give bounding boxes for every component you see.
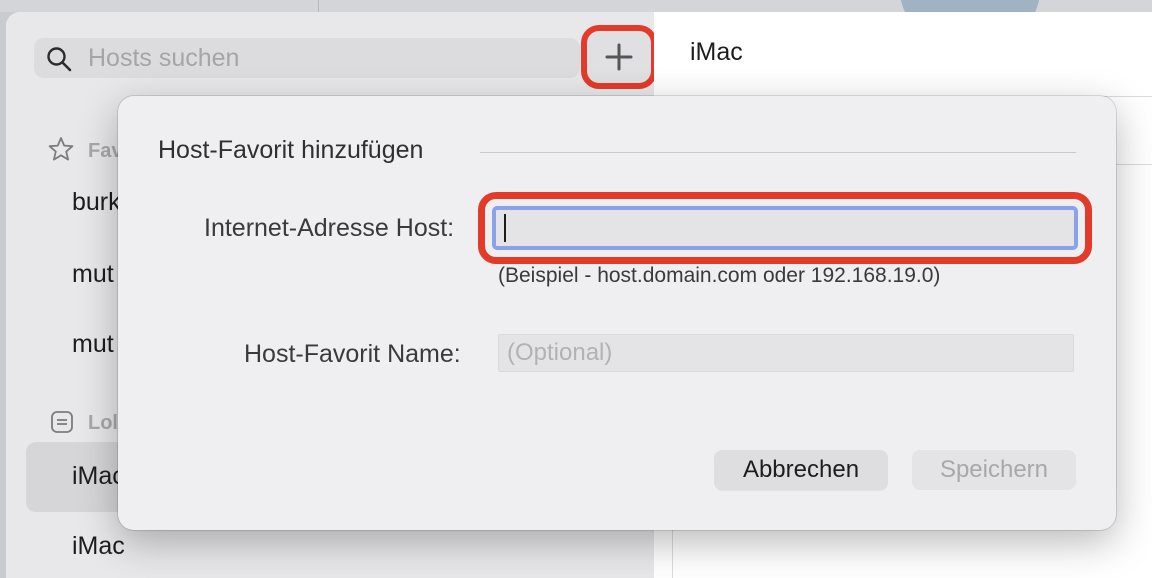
- host-address-label: Internet-Adresse Host:: [204, 214, 455, 242]
- plus-icon: [605, 43, 633, 71]
- sidebar-item-favorite[interactable]: mut: [72, 330, 114, 359]
- detail-title: iMac: [690, 38, 743, 66]
- sidebar-item-favorite[interactable]: burk: [72, 188, 121, 217]
- search-icon: [47, 47, 72, 72]
- sidebar-item-favorite[interactable]: mut: [72, 260, 114, 289]
- add-favorite-dialog: Host-Favorit hinzufügen Internet-Adresse…: [118, 96, 1116, 530]
- sidebar-item-imac-selected[interactable]: iMac: [72, 462, 125, 491]
- dialog-title: Host-Favorit hinzufügen: [158, 136, 424, 164]
- cancel-button[interactable]: Abbrechen: [714, 450, 888, 490]
- add-host-button[interactable]: [581, 25, 657, 89]
- favorite-name-label: Host-Favorit Name:: [244, 340, 461, 368]
- save-button[interactable]: Speichern: [912, 450, 1076, 490]
- favorite-name-input[interactable]: [498, 334, 1074, 372]
- text-caret: [504, 214, 506, 242]
- sidebar-item-imac[interactable]: iMac: [72, 532, 125, 561]
- search-placeholder: Hosts suchen: [88, 44, 240, 72]
- host-address-input[interactable]: [492, 206, 1078, 250]
- local-section-label: Lol: [88, 412, 118, 434]
- search-field[interactable]: Hosts suchen: [34, 38, 580, 78]
- local-hosts-icon: [51, 411, 73, 433]
- host-address-hint: (Beispiel - host.domain.com oder 192.168…: [498, 264, 941, 287]
- background-divider: [318, 0, 319, 12]
- star-icon: [48, 137, 74, 161]
- title-rule: [480, 152, 1076, 153]
